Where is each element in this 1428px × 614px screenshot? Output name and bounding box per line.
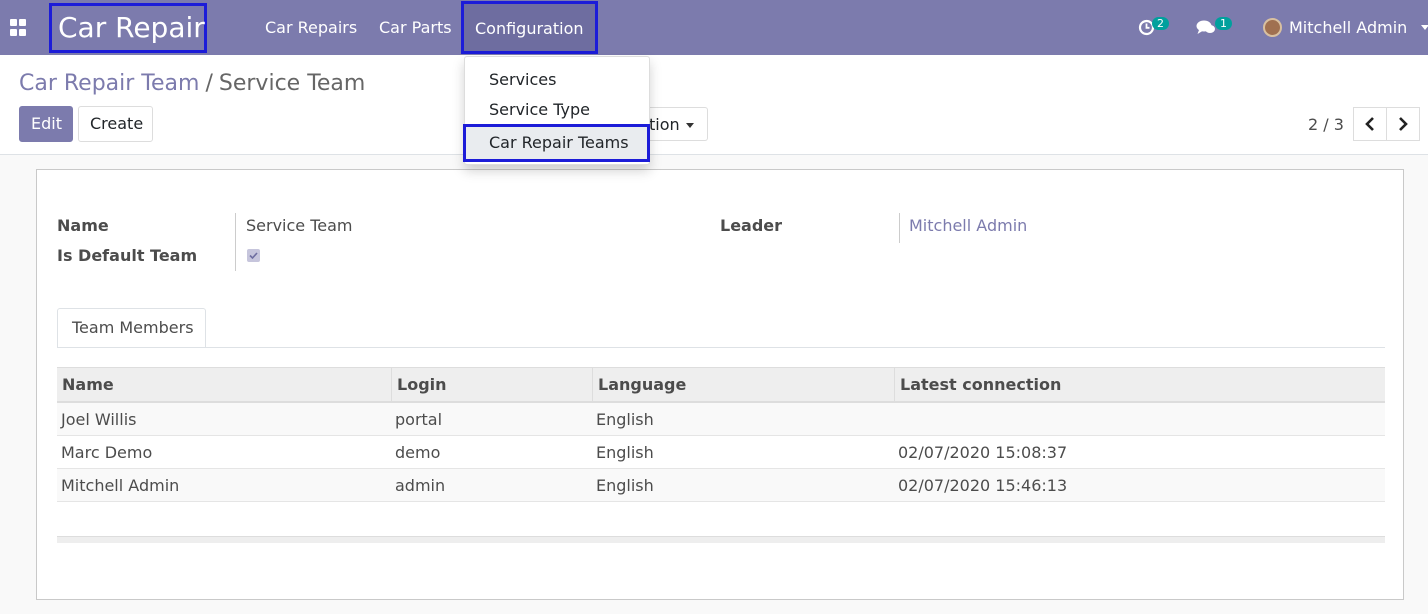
control-panel: Car Repair Team / Service Team Edit Create… <box>0 55 1428 155</box>
menu-car-repairs[interactable]: Car Repairs <box>265 0 357 55</box>
messages-count-badge: 1 <box>1215 17 1232 30</box>
chevron-left-icon <box>1365 117 1374 131</box>
team-members-table: Name Login Language Latest connection Jo… <box>57 367 1385 502</box>
activity-count-badge: 2 <box>1152 17 1169 30</box>
action-dropdown-label: tion <box>649 115 680 134</box>
apps-grid-icon[interactable] <box>10 19 28 37</box>
name-label: Name <box>57 216 109 235</box>
user-name: Mitchell Admin <box>1289 18 1408 37</box>
tab-underline <box>57 347 1385 348</box>
user-avatar <box>1263 18 1282 37</box>
pager-previous-button[interactable] <box>1353 107 1387 141</box>
tab-team-members[interactable]: Team Members <box>57 308 206 348</box>
form-sheet: Name Service Team Is Default Team Leader… <box>36 169 1404 600</box>
table-row[interactable]: Mitchell Admin admin English 02/07/2020 … <box>57 469 1385 502</box>
top-navbar: Car Repair Car Repairs Car Parts Configu… <box>0 0 1428 55</box>
cell-login: admin <box>395 476 446 495</box>
breadcrumb-parent-link[interactable]: Car Repair Team <box>19 71 199 96</box>
app-brand[interactable]: Car Repair <box>49 3 207 53</box>
is-default-team-label: Is Default Team <box>57 246 198 265</box>
configuration-dropdown-menu: Services Service Type Car Repair Teams <box>463 56 650 165</box>
cell-language: English <box>596 476 654 495</box>
cell-name: Joel Willis <box>61 410 137 429</box>
chat-bubbles-icon <box>1196 20 1215 34</box>
messages-button[interactable]: 1 <box>1196 17 1232 40</box>
cell-login: portal <box>395 410 443 429</box>
cell-latest-connection <box>894 403 898 435</box>
breadcrumb: Car Repair Team / Service Team <box>19 71 365 96</box>
column-header-name[interactable]: Name <box>57 368 391 401</box>
cell-latest-connection: 02/07/2020 15:08:37 <box>898 443 1068 462</box>
caret-down-icon <box>685 123 694 128</box>
cell-language: English <box>596 443 654 462</box>
table-row[interactable]: Joel Willis portal English <box>57 403 1385 436</box>
menu-item-car-repair-teams[interactable]: Car Repair Teams <box>463 124 650 162</box>
is-default-team-checkbox[interactable] <box>247 249 260 262</box>
menu-configuration[interactable]: Configuration <box>461 1 598 54</box>
leader-label: Leader <box>720 216 783 235</box>
pager-next-button[interactable] <box>1386 107 1420 141</box>
menu-item-service-type[interactable]: Service Type <box>465 95 649 125</box>
cell-name: Marc Demo <box>61 443 153 462</box>
edit-button[interactable]: Edit <box>19 106 73 142</box>
cell-latest-connection: 02/07/2020 15:46:13 <box>898 476 1068 495</box>
column-header-language[interactable]: Language <box>592 368 894 401</box>
table-row[interactable]: Marc Demo demo English 02/07/2020 15:08:… <box>57 436 1385 469</box>
table-footer <box>57 536 1385 543</box>
field-divider <box>899 213 900 243</box>
breadcrumb-separator: / <box>205 71 213 96</box>
column-header-login[interactable]: Login <box>391 368 592 401</box>
menu-item-services[interactable]: Services <box>465 65 649 95</box>
activity-button[interactable]: 2 <box>1138 17 1169 40</box>
breadcrumb-current: Service Team <box>218 71 366 96</box>
table-header: Name Login Language Latest connection <box>57 367 1385 403</box>
column-header-latest-connection[interactable]: Latest connection <box>894 368 1385 401</box>
cell-name: Mitchell Admin <box>61 476 180 495</box>
name-value[interactable]: Service Team <box>246 216 353 235</box>
check-icon <box>249 252 258 260</box>
chevron-right-icon <box>1399 117 1408 131</box>
field-divider <box>235 213 236 271</box>
cell-login: demo <box>395 443 441 462</box>
create-button[interactable]: Create <box>78 106 153 142</box>
leader-link[interactable]: Mitchell Admin <box>909 216 1027 235</box>
cell-language: English <box>596 410 654 429</box>
pager-value: 2 / 3 <box>1308 115 1344 134</box>
chevron-down-icon <box>1421 25 1428 30</box>
menu-car-parts[interactable]: Car Parts <box>379 0 452 55</box>
